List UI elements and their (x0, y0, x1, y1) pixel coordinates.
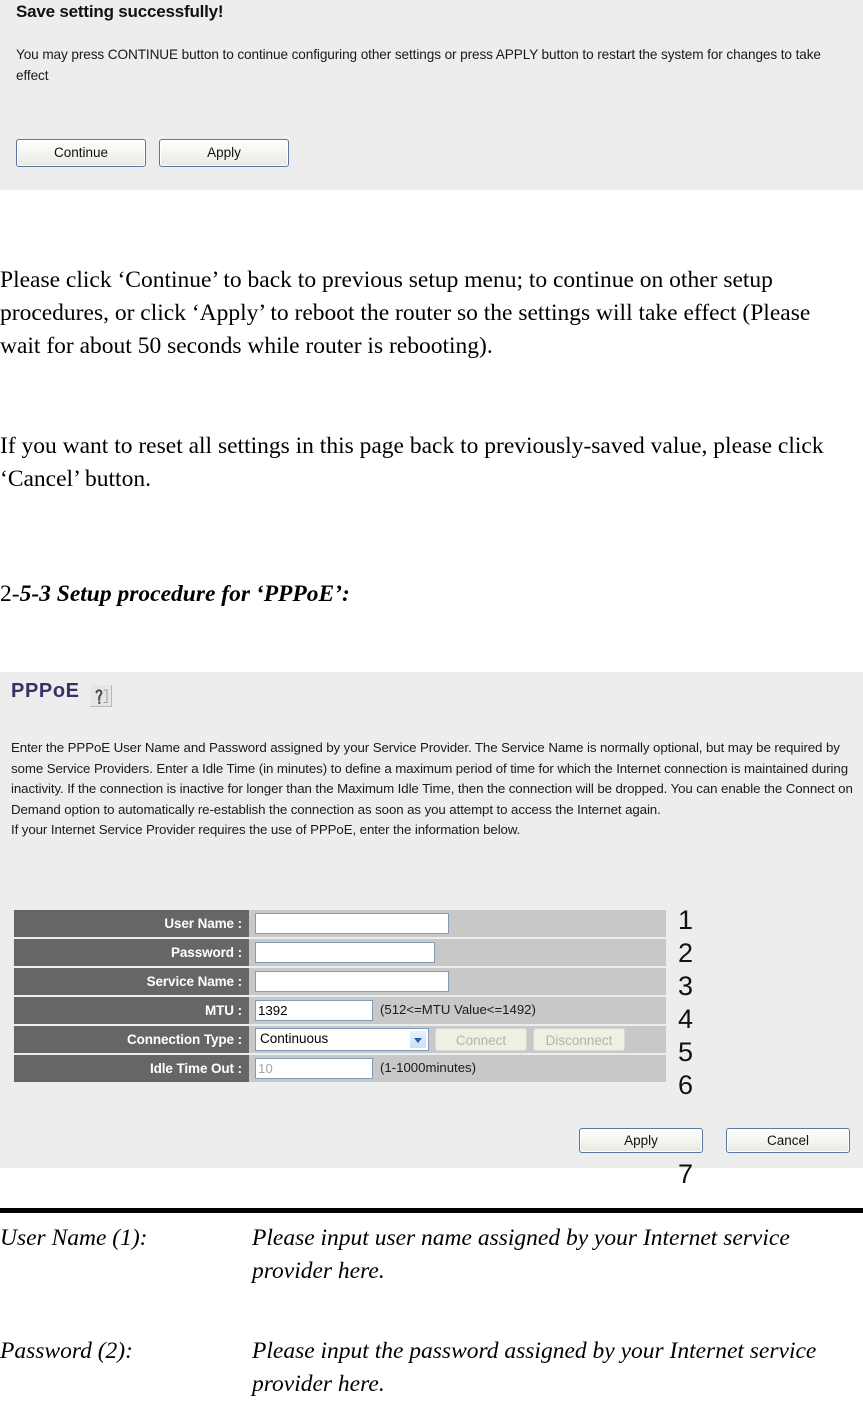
label-service-name: Service Name : (14, 968, 249, 995)
pppoe-description-line-b: If your Internet Service Provider requir… (11, 822, 521, 838)
glossary-definition-user-name: Please input user name assigned by your … (252, 1225, 790, 1284)
chevron-down-icon[interactable] (409, 1030, 427, 1049)
cell-service-name (249, 968, 666, 995)
cell-connection-type: Continuous Connect Disconnect (249, 1026, 666, 1053)
help-question-icon[interactable] (90, 685, 112, 707)
callout-4: 4 (678, 1004, 694, 1034)
table-row-user-name: User Name : (14, 910, 666, 937)
callout-2: 2 (678, 938, 694, 968)
section-heading-prefix: 2- (0, 581, 20, 607)
pppoe-panel-title: PPPoE (11, 680, 80, 702)
section-heading-title: 5-3 Setup procedure for ‘PPPoE’: (19, 581, 350, 607)
table-row-password: Password : (14, 939, 666, 966)
user-name-input[interactable] (255, 913, 449, 934)
continue-button[interactable]: Continue (16, 139, 146, 167)
table-row-service-name: Service Name : (14, 968, 666, 995)
password-input[interactable] (255, 942, 435, 963)
pppoe-configuration-panel: PPPoE Enter the PPPoE User Name and Pass… (0, 672, 863, 1168)
cell-user-name (249, 910, 666, 937)
callout-5: 5 (678, 1037, 694, 1067)
glossary-definition-password: Please input the password assigned by yo… (252, 1338, 817, 1397)
callout-3: 3 (678, 971, 694, 1001)
save-setting-panel: Save setting successfully! You may press… (0, 0, 863, 190)
glossary-term-password: Password (2): (0, 1338, 133, 1364)
instruction-paragraph-1: Please click ‘Continue’ to back to previ… (0, 267, 811, 359)
callout-7: 7 (678, 1159, 694, 1189)
connect-button[interactable]: Connect (435, 1028, 527, 1051)
cell-mtu: (512<=MTU Value<=1492) (249, 997, 666, 1024)
cancel-button-form[interactable]: Cancel (726, 1128, 850, 1153)
pppoe-panel-description: Enter the PPPoE User Name and Password a… (11, 738, 853, 841)
table-row-connection-type: Connection Type : Continuous Connect Disc… (14, 1026, 666, 1053)
label-mtu: MTU : (14, 997, 249, 1024)
horizontal-rule (0, 1208, 863, 1213)
cell-idle-time-out: (1-1000minutes) (249, 1055, 666, 1082)
idle-time-out-hint: (1-1000minutes) (380, 1059, 477, 1075)
save-setting-description: You may press CONTINUE button to continu… (16, 47, 821, 83)
apply-button-form[interactable]: Apply (579, 1128, 703, 1153)
connection-type-value: Continuous (260, 1031, 329, 1046)
table-row-mtu: MTU : (512<=MTU Value<=1492) (14, 997, 666, 1024)
disconnect-button[interactable]: Disconnect (533, 1028, 625, 1051)
label-idle-time-out: Idle Time Out : (14, 1055, 249, 1082)
service-name-input[interactable] (255, 971, 449, 992)
cell-password (249, 939, 666, 966)
pppoe-settings-table: User Name : Password : Service Name : MT… (14, 908, 666, 1084)
table-row-idle-time-out: Idle Time Out : (1-1000minutes) (14, 1055, 666, 1082)
callout-6: 6 (678, 1070, 694, 1100)
idle-time-out-input[interactable] (255, 1058, 373, 1079)
label-user-name: User Name : (14, 910, 249, 937)
section-heading: 2-5-3 Setup procedure for ‘PPPoE’: (0, 581, 350, 608)
label-connection-type: Connection Type : (14, 1026, 249, 1053)
mtu-hint: (512<=MTU Value<=1492) (380, 1001, 536, 1017)
instruction-paragraph-2: If you want to reset all settings in thi… (0, 433, 824, 492)
save-setting-title: Save setting successfully! (16, 2, 224, 21)
apply-button[interactable]: Apply (159, 139, 289, 167)
mtu-input[interactable] (255, 1000, 373, 1021)
pppoe-description-line-a: Enter the PPPoE User Name and Password a… (11, 740, 853, 817)
label-password: Password : (14, 939, 249, 966)
callout-1: 1 (678, 905, 694, 935)
connection-type-select[interactable]: Continuous (255, 1028, 429, 1051)
glossary-term-user-name: User Name (1): (0, 1225, 148, 1251)
